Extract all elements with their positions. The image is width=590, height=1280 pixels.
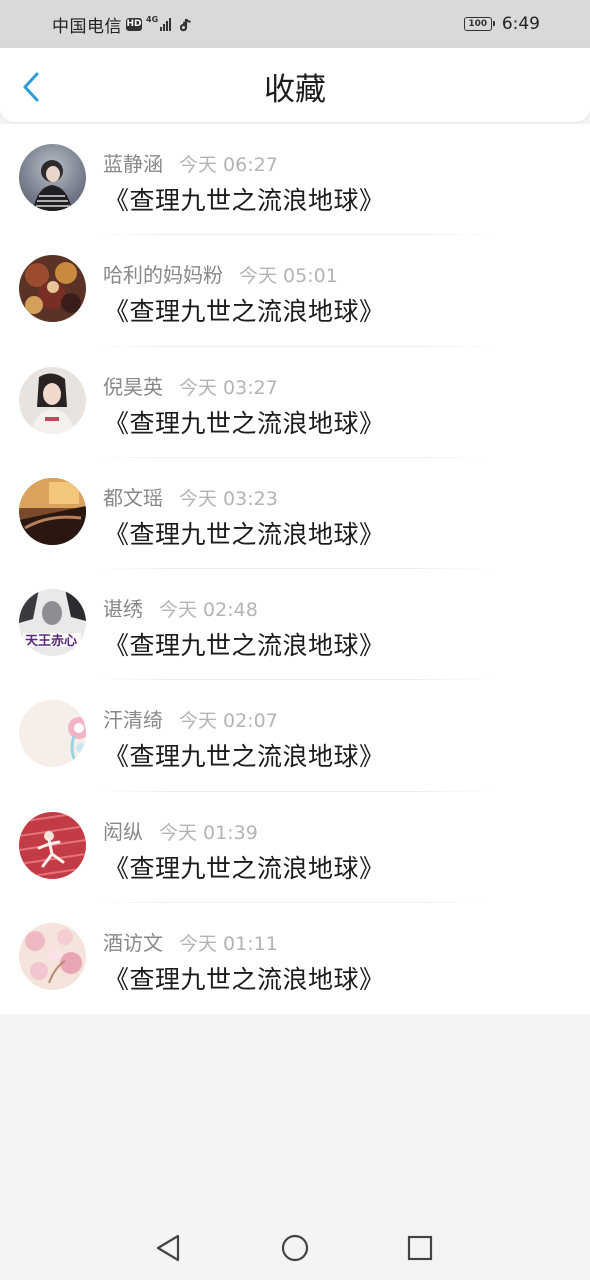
avatar <box>19 477 86 545</box>
avatar: 天王赤心 <box>19 589 86 656</box>
avatar <box>19 255 86 323</box>
avatar <box>19 366 86 434</box>
nav-recents-button[interactable] <box>402 1230 438 1266</box>
timestamp: 今天 01:11 <box>179 932 278 955</box>
username: 倪昊英 <box>103 374 163 399</box>
system-nav-bar <box>0 1216 590 1280</box>
avatar <box>19 700 86 768</box>
nav-home-button[interactable] <box>277 1230 313 1266</box>
triangle-back-icon <box>156 1234 180 1262</box>
list-item[interactable]: 倪昊英 今天 03:27 《查理九世之流浪地球》 <box>0 347 590 458</box>
meta-row: 都文瑶 今天 03:23 <box>103 482 278 511</box>
square-recents-icon <box>407 1235 433 1261</box>
status-bar: 中国电信 HD 4G 100 6:49 <box>0 0 590 48</box>
page-title: 收藏 <box>264 72 326 108</box>
signal-icon <box>160 17 172 31</box>
username: 蓝静涵 <box>103 152 163 176</box>
timestamp: 今天 02:07 <box>179 710 278 733</box>
meta-row: 哈利的妈妈粉 今天 05:01 <box>103 259 338 288</box>
list-item[interactable]: 蓝静涵 今天 06:27 《查理九世之流浪地球》 <box>0 124 590 236</box>
book-title: 《查理九世之流浪地球》 <box>104 742 385 772</box>
meta-row: 汗清绮 今天 02:07 <box>103 704 278 733</box>
music-note-icon <box>179 17 192 32</box>
book-title: 《查理九世之流浪地球》 <box>104 964 385 994</box>
hd-badge: HD <box>126 17 142 31</box>
carrier-name: 中国电信 <box>52 16 122 37</box>
username: 谌绣 <box>103 597 143 621</box>
svg-text:天王赤心: 天王赤心 <box>25 633 77 649</box>
circle-home-icon <box>281 1234 309 1262</box>
list-item[interactable]: 酒访文 今天 01:11 《查理九世之流浪地球》 <box>0 903 590 1014</box>
status-right: 100 6:49 <box>463 12 540 36</box>
book-title: 《查理九世之流浪地球》 <box>104 186 385 215</box>
battery-icon: 100 <box>463 17 495 31</box>
network-type: 4G <box>146 15 159 24</box>
status-time: 6:49 <box>501 14 540 34</box>
book-title: 《查理九世之流浪地球》 <box>104 853 385 883</box>
book-title: 《查理九世之流浪地球》 <box>104 297 385 327</box>
timestamp: 今天 02:48 <box>159 599 258 621</box>
timestamp: 今天 01:39 <box>159 821 258 844</box>
meta-row: 蓝静涵 今天 06:27 <box>103 148 278 177</box>
timestamp: 今天 06:27 <box>179 154 278 176</box>
list-item[interactable]: 汗清绮 今天 02:07 《查理九世之流浪地球》 <box>0 680 590 792</box>
meta-row: 倪昊英 今天 03:27 <box>103 371 278 400</box>
username: 都文瑶 <box>103 485 163 510</box>
meta-row: 酒访文 今天 01:11 <box>103 927 278 956</box>
list-item[interactable]: 闳纵 今天 01:39 《查理九世之流浪地球》 <box>0 792 590 903</box>
username: 酒访文 <box>103 930 163 955</box>
username: 汗清绮 <box>103 708 163 733</box>
nav-back-button[interactable] <box>150 1230 186 1266</box>
username: 哈利的妈妈粉 <box>103 263 223 288</box>
favorites-list: 蓝静涵 今天 06:27 《查理九世之流浪地球》 哈利的妈妈粉 今天 05:01… <box>0 124 590 1014</box>
meta-row: 谌绣 今天 02:48 <box>103 593 258 622</box>
list-item[interactable]: 哈利的妈妈粉 今天 05:01 《查理九世之流浪地球》 <box>0 235 590 347</box>
book-title: 《查理九世之流浪地球》 <box>104 631 385 660</box>
timestamp: 今天 03:27 <box>179 376 278 399</box>
book-title: 《查理九世之流浪地球》 <box>104 519 385 549</box>
list-item[interactable]: 都文瑶 今天 03:23 《查理九世之流浪地球》 <box>0 458 590 569</box>
username: 闳纵 <box>103 819 143 844</box>
timestamp: 今天 03:23 <box>179 487 278 510</box>
book-title: 《查理九世之流浪地球》 <box>104 408 385 438</box>
avatar <box>19 922 86 990</box>
avatar <box>19 144 86 211</box>
avatar <box>19 811 86 879</box>
list-item[interactable]: 天王赤心 谌绣 今天 02:48 《查理九世之流浪地球》 <box>0 569 590 681</box>
screen: 中国电信 HD 4G 100 6:49 收藏 蓝静涵 今天 06:27 《查理九… <box>0 0 590 1280</box>
meta-row: 闳纵 今天 01:39 <box>103 816 258 845</box>
timestamp: 今天 05:01 <box>239 265 338 288</box>
status-left: 中国电信 HD 4G <box>52 12 192 37</box>
title-bar: 收藏 <box>0 48 590 122</box>
